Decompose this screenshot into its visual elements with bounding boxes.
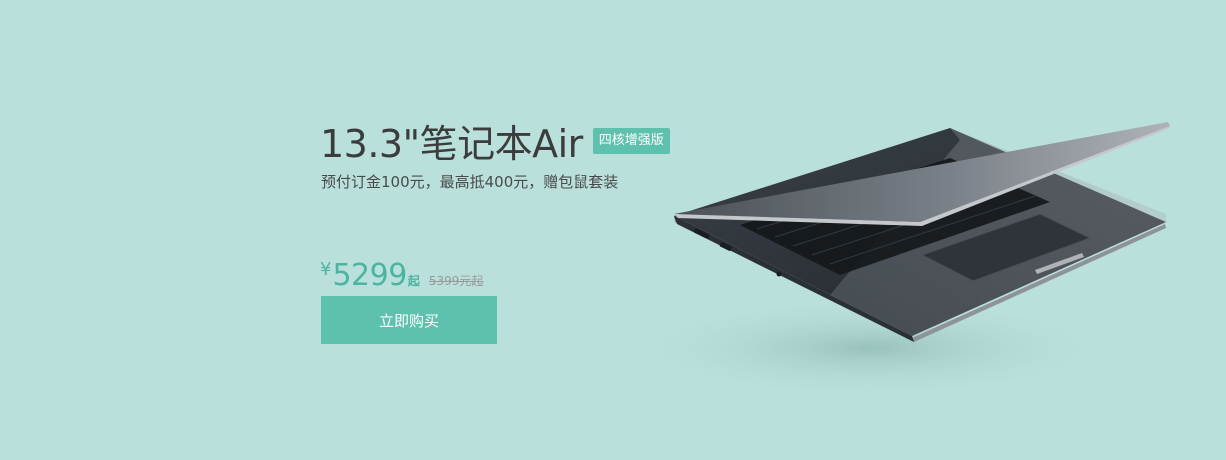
product-title: 13.3"笔记本Air xyxy=(320,122,583,166)
price-suffix: 起 xyxy=(407,274,420,288)
price-row: ¥ 5299 起 5399元起 xyxy=(320,258,483,293)
laptop-image[interactable] xyxy=(630,110,1190,410)
buy-now-button[interactable]: 立即购买 xyxy=(321,296,497,344)
promo-subtitle: 预付订金100元，最高抵400元，赠包鼠套装 xyxy=(321,173,619,191)
original-price: 5399元起 xyxy=(428,274,484,288)
product-banner[interactable]: 13.3"笔记本Air 四核增强版 预付订金100元，最高抵400元，赠包鼠套装… xyxy=(0,0,1226,460)
current-price: 5299 xyxy=(332,258,407,293)
title-row: 13.3"笔记本Air 四核增强版 xyxy=(320,122,670,166)
currency-symbol: ¥ xyxy=(320,259,332,280)
